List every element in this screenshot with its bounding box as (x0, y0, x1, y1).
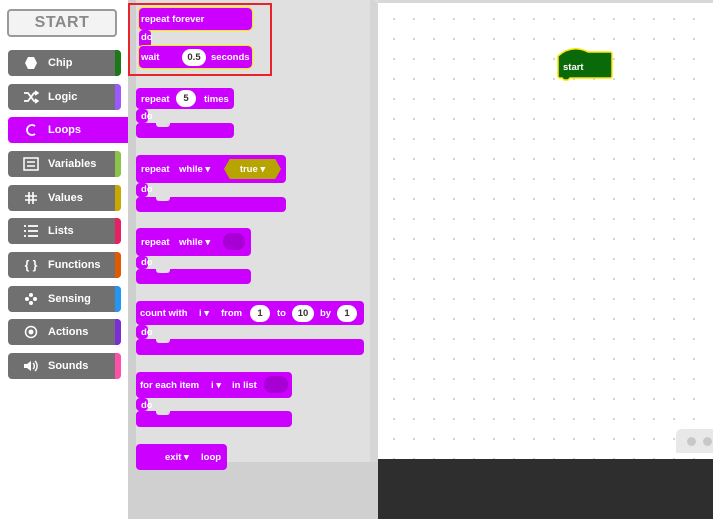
to-input[interactable]: 10 (292, 305, 314, 322)
by-label: by (320, 308, 332, 319)
category-color-stripe (115, 252, 121, 278)
bool-value: true (239, 163, 258, 175)
repeat-label: repeat (141, 94, 170, 105)
block-footer (136, 269, 251, 284)
loop-label: loop (201, 452, 222, 463)
from-label: from (221, 308, 243, 319)
workspace-footer (378, 459, 713, 519)
category-label: Loops (48, 124, 81, 136)
target-icon (20, 325, 42, 339)
category-lists[interactable]: Lists (8, 218, 121, 244)
sensing-dots-icon (20, 292, 42, 306)
block-notch (156, 197, 170, 201)
list-icon (20, 224, 42, 238)
block-footer (136, 339, 364, 355)
category-label: Lists (48, 225, 74, 237)
category-color-stripe (115, 84, 121, 110)
count-var-dropdown[interactable]: i ▾ (199, 308, 209, 319)
category-color-stripe (115, 185, 121, 211)
block-footer (136, 123, 234, 138)
for-each-var-dropdown[interactable]: i ▾ (211, 380, 221, 391)
category-color-stripe (115, 218, 121, 244)
block-palette (128, 0, 378, 519)
category-label: Sensing (48, 293, 91, 305)
category-color-stripe (115, 50, 121, 76)
braces-icon: { } (24, 258, 38, 272)
category-label: Chip (48, 57, 73, 69)
start-button[interactable]: START (7, 9, 117, 37)
category-sidebar: START Chip Logic Loops Variables Values (0, 0, 128, 519)
block-do-label: do (141, 184, 153, 195)
count-with-label: count with (140, 308, 188, 319)
times-label: times (204, 94, 229, 105)
block-do-label: do (141, 400, 153, 411)
block-do-label: do (141, 327, 153, 338)
true-boolean-block[interactable]: true ▾ (224, 159, 281, 179)
speaker-icon (20, 359, 42, 373)
loop-arrow-icon (20, 123, 42, 137)
category-functions[interactable]: { } Functions (8, 252, 121, 278)
by-input[interactable]: 1 (337, 305, 357, 322)
category-sensing[interactable]: Sensing (8, 286, 121, 312)
exit-dropdown[interactable]: exit ▾ (165, 452, 189, 463)
list-socket[interactable] (264, 376, 288, 393)
category-label: Functions (48, 259, 101, 271)
category-actions[interactable]: Actions (8, 319, 121, 345)
block-notch (156, 339, 170, 343)
selection-highlight (128, 3, 272, 76)
category-loops[interactable]: Loops (8, 117, 128, 143)
dropdown-value: i (211, 380, 214, 391)
category-label: Logic (48, 91, 78, 103)
block-do-label: do (141, 257, 153, 268)
variables-box-icon (20, 157, 42, 171)
category-variables[interactable]: Variables (8, 151, 121, 177)
block-notch (156, 123, 170, 127)
hash-icon (20, 191, 42, 205)
dropdown-value: exit (165, 452, 182, 463)
start-block-label: start (563, 62, 584, 73)
zoom-dot-icon[interactable] (687, 437, 696, 446)
for-each-label: for each item (140, 380, 200, 391)
shuffle-icon (20, 90, 42, 104)
dropdown-value: while (179, 164, 203, 175)
category-values[interactable]: Values (8, 185, 121, 211)
to-label: to (277, 308, 286, 319)
zoom-dot-icon[interactable] (703, 437, 712, 446)
block-notch (156, 269, 170, 273)
repeat-label: repeat (141, 164, 170, 175)
workspace-canvas[interactable] (378, 0, 713, 459)
from-input[interactable]: 1 (250, 305, 270, 322)
category-color-stripe (115, 353, 121, 379)
block-notch (156, 411, 170, 415)
while-dropdown[interactable]: while ▾ (179, 237, 210, 248)
repeat-count-input[interactable]: 5 (176, 90, 196, 107)
palette-scrollbar[interactable] (128, 0, 136, 519)
in-list-label: in list (232, 380, 257, 391)
category-label: Variables (48, 158, 97, 170)
category-label: Values (48, 192, 83, 204)
dropdown-value: i (199, 308, 202, 319)
palette-edge (370, 0, 378, 462)
category-label: Sounds (48, 360, 89, 372)
hexagon-icon (20, 56, 42, 70)
category-sounds[interactable]: Sounds (8, 353, 121, 379)
block-do-label: do (141, 111, 153, 122)
category-logic[interactable]: Logic (8, 84, 121, 110)
category-color-stripe (115, 286, 121, 312)
category-chip[interactable]: Chip (8, 50, 121, 76)
repeat-label: repeat (141, 237, 170, 248)
category-color-stripe (115, 151, 121, 177)
palette-bottom-area (128, 462, 378, 519)
condition-socket[interactable] (223, 233, 245, 250)
dropdown-value: while (179, 237, 203, 248)
category-color-stripe (115, 319, 121, 345)
while-dropdown[interactable]: while ▾ (179, 164, 210, 175)
category-label: Actions (48, 326, 89, 338)
